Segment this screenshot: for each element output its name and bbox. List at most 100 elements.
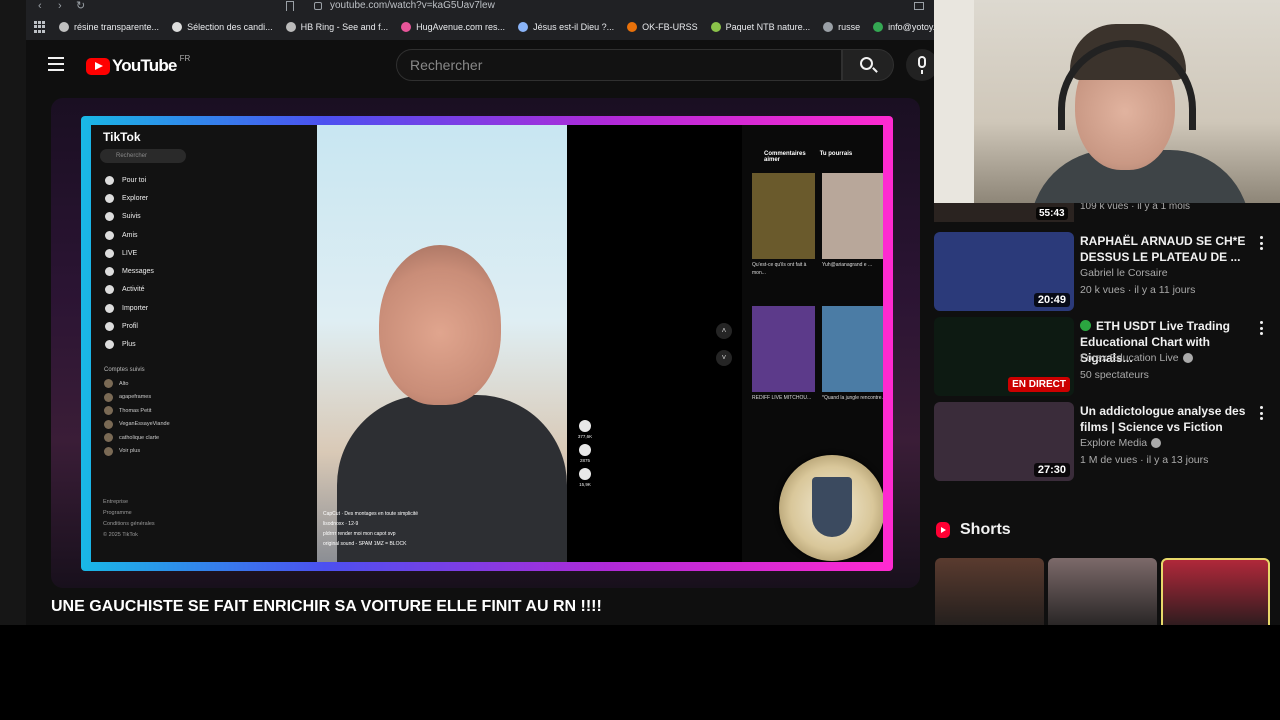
partial-meta: 109 k vues · il y a 1 mois [1080,203,1191,212]
more-options-icon[interactable] [1260,406,1264,420]
left-desktop-strip [0,0,26,625]
tiktok-action-icon [579,420,591,432]
favicon-icon [627,22,638,32]
favicon-icon [285,22,296,32]
nav-item-icon [105,175,114,185]
short-thumbnail[interactable] [935,558,1044,625]
shorts-icon [936,522,950,538]
apps-grid-icon[interactable] [34,21,45,33]
address-bar[interactable]: youtube.com/watch?v=kaG5Uav7lew [330,0,495,12]
bookmark-item[interactable]: résine transparente... [59,22,159,32]
bookmark-star-icon[interactable] [286,1,294,11]
recommendation-item[interactable]: EN DIRECT ETH USDT Live Trading Education… [934,317,1280,397]
tiktok-thumbnail-caption: Qu'est-ce qu'ils ont fait à mon... [752,262,807,276]
tiktok-nav-label: Profil [122,323,138,331]
bookmark-label: Paquet NTB nature... [725,22,811,32]
tiktok-following-item: catholique clarte [104,431,170,445]
video-title-text: RAPHAËL ARNAUD SE CH*E DESSUS LE PLATEAU… [1080,234,1246,264]
tiktok-nav-item: Messages [105,262,154,280]
channel-name[interactable]: Forex Education Live [1080,352,1193,364]
video-player[interactable]: TikTok Rechercher Pour toi Explorer Suivis… [51,98,920,588]
forward-icon[interactable]: › [58,0,62,12]
video-meta: 20 k vues · il y a 11 jours [1080,284,1196,296]
search-button[interactable] [842,49,894,81]
recommendation-item[interactable]: 27:30 Un addictologue analyse des films |… [934,402,1280,482]
tiktok-arrows: ˄ ˅ [716,323,732,377]
avatar [104,379,113,389]
recommendations-sidebar: 55:43 109 k vues · il y a 1 mois 20:49 RA… [934,203,1280,625]
chevron-down-icon: ˅ [716,350,732,366]
bookmark-label: info@yotoy.com [888,22,934,32]
bookmark-item[interactable]: russe [823,22,860,32]
tiktok-nav-item: Suivis [105,208,154,226]
bookmark-item[interactable]: Jésus est-il Dieu ?... [518,22,614,32]
favicon-icon [59,22,69,32]
search-input[interactable]: Rechercher [396,49,842,81]
video-meta: 50 spectateurs [1080,369,1149,381]
bookmark-item[interactable]: HugAvenue.com res... [401,22,505,32]
country-code: FR [179,53,191,63]
video-title-text: Un addictologue analyse des films | Scie… [1080,404,1246,434]
channel-name-text: Explore Media [1080,437,1148,449]
video-title-link[interactable]: Un addictologue analyse des films | Scie… [1080,403,1256,435]
channel-name[interactable]: Gabriel le Corsaire [1080,267,1168,279]
channel-name-text: Gabriel le Corsaire [1080,267,1168,279]
more-options-icon[interactable] [1260,321,1264,335]
channel-name[interactable]: Explore Media [1080,437,1162,449]
tiktok-action-count: 15,9K [579,482,591,487]
tiktok-actions: 377,6K 2875 15,9K [573,415,597,487]
tiktok-nav-item: Importer [105,299,154,317]
tiktok-nav-label: Importer [122,304,149,312]
youtube-logo[interactable]: YouTube FR [86,53,191,76]
site-info-icon[interactable] [314,2,322,10]
nav-item-icon [105,285,114,295]
menu-icon[interactable] [48,57,64,71]
avatar [104,446,113,456]
tiktok-nav-item: Amis [105,226,154,244]
back-icon[interactable]: ‹ [38,0,42,12]
tiktok-following-name: VeganEssayeViande [119,421,170,428]
youtube-header: YouTube FR Rechercher [26,40,938,92]
recommendation-item[interactable]: 20:49 RAPHAËL ARNAUD SE CH*E DESSUS LE PL… [934,232,1280,312]
bookmark-item[interactable]: Sélection des candi... [172,22,273,32]
short-thumbnail[interactable] [1161,558,1270,625]
duration-badge: 55:43 [1036,207,1068,220]
duration-badge: 27:30 [1033,463,1070,477]
avatar [104,433,113,443]
video-thumbnail[interactable]: EN DIRECT [934,317,1074,396]
partial-thumbnail[interactable]: 55:43 [934,203,1074,222]
tiktok-nav-item: Plus [105,336,154,354]
bookmark-label: Sélection des candi... [187,22,273,32]
tiktok-following-name: Alto [119,380,129,387]
short-thumbnail[interactable] [1048,558,1157,625]
more-options-icon[interactable] [1260,236,1264,250]
tiktok-nav-label: Explorer [122,194,149,202]
duration-badge: 20:49 [1033,293,1070,307]
tiktok-nav-label: Pour toi [122,176,147,184]
bookmark-item[interactable]: Paquet NTB nature... [710,22,811,32]
bookmark-label: HugAvenue.com res... [416,22,506,32]
nav-item-icon [105,340,114,350]
video-title-link[interactable]: RAPHAËL ARNAUD SE CH*E DESSUS LE PLATEAU… [1080,233,1256,265]
bookmark-item[interactable]: info@yotoy.com [873,22,934,32]
tiktok-thumbnail [752,306,815,392]
tiktok-caption-line: CapCut · Des montages en toute simplicit… [323,511,419,517]
emblem-logo [779,455,883,561]
tiktok-nav-label: Suivis [122,213,141,221]
shorts-header: Shorts [936,521,1011,539]
tiktok-caption-line: pldrrrr render moi mon capot svp [323,531,396,537]
tiktok-thumbnail-caption: REDIFF LIVE MITCHOU... [752,395,812,401]
video-thumbnail[interactable]: 27:30 [934,402,1074,481]
reload-icon[interactable]: ↻ [76,0,85,12]
tiktok-nav-label: Activité [122,286,145,294]
tiktok-nav-label: LIVE [122,249,138,257]
tiktok-footer-link: Programme [103,510,132,516]
bookmark-item[interactable]: OK-FB-URSS [627,22,698,32]
tiktok-nav-label: Messages [122,268,154,276]
tiktok-following-name: catholique clarte [119,434,160,441]
tiktok-thumbnail [822,306,883,392]
video-thumbnail[interactable]: 20:49 [934,232,1074,311]
bookmark-label: russe [838,22,861,32]
bookmark-item[interactable]: HB Ring - See and f... [285,22,388,32]
extension-icon[interactable] [914,2,924,10]
